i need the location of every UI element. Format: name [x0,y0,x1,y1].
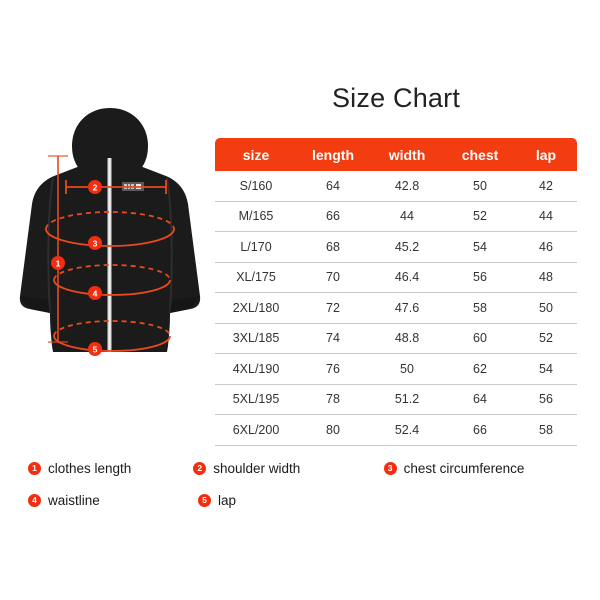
cell-length: 72 [297,292,369,324]
table-header: size length width chest lap [215,138,577,171]
legend-label-shoulder-width: shoulder width [213,460,301,476]
marker-2: 2 [88,180,102,194]
table-row: S/160 64 42.8 50 42 [215,171,577,202]
legend-badge-4-icon: 4 [28,493,41,507]
cell-length: 64 [297,171,369,202]
cell-lap: 56 [515,384,577,415]
table-row: 6XL/200 80 52.4 66 58 [215,414,577,446]
cell-width: 42.8 [369,171,445,202]
cell-length: 80 [297,414,369,446]
legend-badge-2-icon: 2 [193,461,207,475]
cell-lap: 48 [515,262,577,293]
table-row: 3XL/185 74 48.8 60 52 [215,323,577,354]
column-header-length: length [297,138,369,171]
table-row: XL/175 70 46.4 56 48 [215,262,577,293]
legend-item-chest-circumference: 3 chest circumference [383,460,578,476]
legend-item-shoulder-width: 2 shoulder width [193,461,383,476]
cell-size: 5XL/195 [215,384,297,415]
cell-chest: 66 [445,414,515,446]
cell-width: 44 [369,201,445,232]
cell-width: 50 [369,353,445,385]
cell-size: XL/175 [215,262,297,293]
cell-chest: 60 [445,323,515,354]
cell-lap: 50 [515,292,577,324]
legend-badge-5-icon: 5 [198,493,211,507]
cell-lap: 52 [515,323,577,354]
legend-label-chest-circumference: chest circumference [403,460,525,476]
cell-lap: 54 [515,353,577,385]
column-header-chest: chest [445,138,515,171]
table-header-row: size length width chest lap [215,138,577,171]
cell-chest: 58 [445,292,515,324]
table-row: 2XL/180 72 47.6 58 50 [215,292,577,324]
marker-4: 4 [88,286,102,300]
marker-5: 5 [88,342,102,356]
cell-size: 4XL/190 [215,353,297,385]
cell-chest: 52 [445,201,515,232]
table-row: L/170 68 45.2 54 46 [215,231,577,263]
legend-item-lap: 5 lap [198,493,394,508]
cell-width: 51.2 [369,384,445,415]
legend-label-waistline: waistline [48,492,100,508]
cell-chest: 50 [445,171,515,202]
cell-lap: 44 [515,201,577,232]
cell-size: 2XL/180 [215,292,297,324]
legend-item-waistline: 4 waistline [28,493,198,508]
cell-length: 76 [297,353,369,385]
cell-width: 45.2 [369,231,445,263]
column-header-width: width [369,138,445,171]
cell-length: 66 [297,201,369,232]
cell-size: 6XL/200 [215,414,297,446]
column-header-lap: lap [515,138,577,171]
svg-text:2: 2 [93,183,98,193]
cell-width: 46.4 [369,262,445,293]
table-row: 5XL/195 78 51.2 64 56 [215,384,577,415]
garment-illustration: 1 2 3 4 5 [10,100,210,390]
legend-item-clothes-length: 1 clothes length [28,461,193,476]
legend: 1 clothes length 2 shoulder width 3 ches… [28,452,578,516]
cell-length: 78 [297,384,369,415]
legend-badge-3-icon: 3 [383,461,397,475]
svg-text:4: 4 [93,289,98,299]
cell-size: 3XL/185 [215,323,297,354]
table-row: 4XL/190 76 50 62 54 [215,353,577,385]
svg-text:3: 3 [93,239,98,249]
marker-1: 1 [51,256,65,270]
legend-badge-1-icon: 1 [28,461,41,475]
cell-length: 74 [297,323,369,354]
page-title: Size Chart [331,83,461,113]
cell-length: 70 [297,262,369,293]
cell-lap: 42 [515,171,577,202]
cell-lap: 46 [515,231,577,263]
legend-label-lap: lap [218,492,237,508]
cell-chest: 62 [445,353,515,385]
cell-width: 52.4 [369,414,445,446]
legend-row-2: 4 waistline 5 lap [28,484,578,516]
svg-text:1: 1 [56,259,61,269]
cell-width: 48.8 [369,323,445,354]
table-body: S/160 64 42.8 50 42 M/165 66 44 52 44 L/170 68 45.2 5… [215,171,577,446]
marker-3: 3 [88,236,102,250]
cell-chest: 56 [445,262,515,293]
cell-size: L/170 [215,231,297,263]
cell-width: 47.6 [369,292,445,324]
cell-lap: 58 [515,414,577,446]
table-row: M/165 66 44 52 44 [215,201,577,232]
column-header-size: size [215,138,297,171]
legend-row-1: 1 clothes length 2 shoulder width 3 ches… [28,452,578,484]
cell-size: M/165 [215,201,297,232]
cell-size: S/160 [215,171,297,202]
cell-chest: 54 [445,231,515,263]
cell-chest: 64 [445,384,515,415]
svg-text:5: 5 [93,345,98,355]
size-chart-table: size length width chest lap S/160 64 42.8 5… [215,138,577,446]
legend-label-clothes-length: clothes length [48,460,132,476]
cell-length: 68 [297,231,369,263]
